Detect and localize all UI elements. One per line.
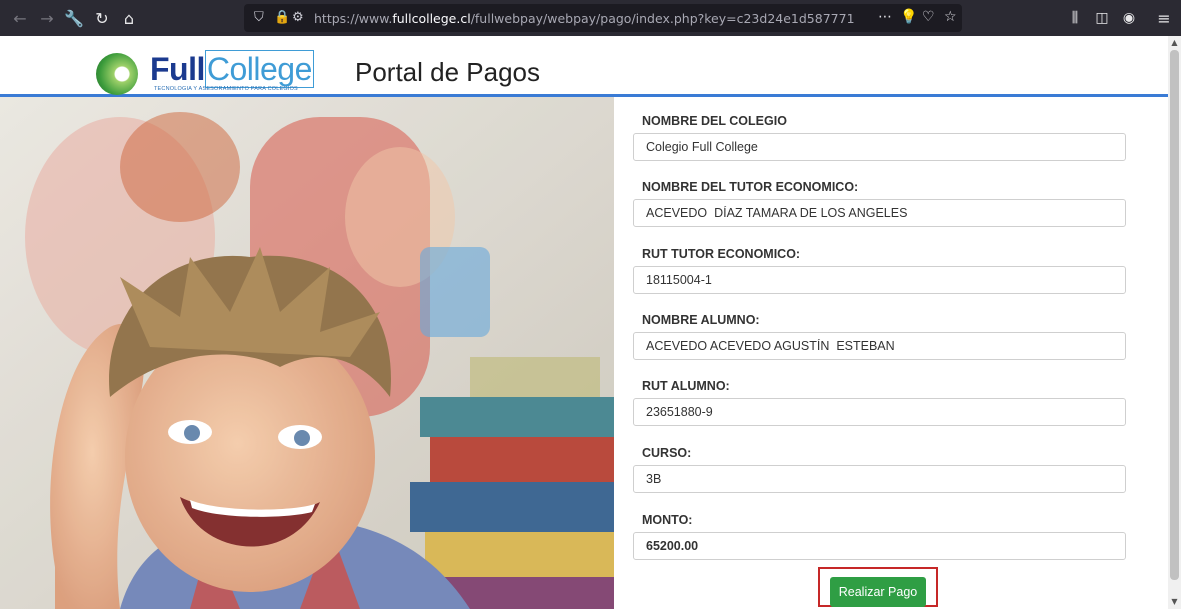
monto-field[interactable]: [633, 532, 1126, 560]
realizar-pago-button[interactable]: Realizar Pago: [830, 577, 926, 607]
nombre-tutor-field[interactable]: [633, 199, 1126, 227]
lightbulb-icon[interactable]: 💡: [900, 9, 917, 25]
scroll-up-arrow-icon[interactable]: ▲: [1168, 38, 1181, 47]
pocket-icon[interactable]: ♡: [922, 9, 935, 25]
hero-photo-illustration: [0, 97, 614, 609]
page-scrollbar[interactable]: ▲ ▼: [1168, 36, 1181, 609]
label-curso: CURSO:: [642, 446, 692, 460]
label-nombre-alumno: NOMBRE ALUMNO:: [642, 313, 760, 327]
hamburger-menu-icon[interactable]: ≡: [1152, 6, 1176, 30]
sidebar-icon[interactable]: ◫: [1090, 6, 1114, 30]
address-bar[interactable]: ⛉ 🔒 ⚙ https://www.fullcollege.cl/fullweb…: [244, 4, 962, 32]
rut-alumno-field[interactable]: [633, 398, 1126, 426]
home-icon[interactable]: ⌂: [117, 6, 141, 30]
label-rut-tutor: RUT TUTOR ECONOMICO:: [642, 247, 801, 261]
logo-ball-icon: [96, 53, 138, 95]
site-logo[interactable]: FullCollege: [150, 50, 314, 88]
scrollbar-thumb[interactable]: [1170, 50, 1179, 580]
browser-toolbar: ← → 🔧 ↻ ⌂ ⛉ 🔒 ⚙ https://www.fullcollege.…: [0, 0, 1181, 36]
back-arrow-icon[interactable]: ←: [8, 6, 32, 30]
payment-form: NOMBRE DEL COLEGIO NOMBRE DEL TUTOR ECON…: [614, 97, 1168, 609]
page-title: Portal de Pagos: [355, 57, 541, 87]
curso-field[interactable]: [633, 465, 1126, 493]
bookmark-star-icon[interactable]: ☆: [944, 9, 957, 25]
reload-icon[interactable]: ↻: [90, 6, 114, 30]
page-actions-icon[interactable]: ⋯: [878, 9, 892, 25]
nombre-alumno-field[interactable]: [633, 332, 1126, 360]
wrench-icon[interactable]: 🔧: [62, 6, 86, 30]
account-icon[interactable]: ◉: [1117, 6, 1141, 30]
lock-icon[interactable]: 🔒: [274, 10, 290, 25]
label-nombre-colegio: NOMBRE DEL COLEGIO: [642, 114, 787, 128]
permissions-icon[interactable]: ⚙: [292, 10, 304, 25]
forward-arrow-icon[interactable]: →: [35, 6, 59, 30]
scroll-down-arrow-icon[interactable]: ▼: [1168, 597, 1181, 606]
label-monto: MONTO:: [642, 513, 693, 527]
pay-button-highlight: Realizar Pago: [818, 567, 938, 607]
library-icon[interactable]: ⫼: [1063, 6, 1087, 30]
url-text[interactable]: https://www.fullcollege.cl/fullwebpay/we…: [314, 11, 854, 26]
shield-icon[interactable]: ⛉: [254, 10, 264, 25]
rut-tutor-field[interactable]: [633, 266, 1126, 294]
label-rut-alumno: RUT ALUMNO:: [642, 379, 730, 393]
nombre-colegio-field[interactable]: [633, 133, 1126, 161]
label-nombre-tutor: NOMBRE DEL TUTOR ECONOMICO:: [642, 180, 859, 194]
hero-photo: [0, 97, 614, 609]
logo-tagline: TECNOLOGIA Y ASESORAMIENTO PARA COLEGIOS: [154, 86, 298, 92]
